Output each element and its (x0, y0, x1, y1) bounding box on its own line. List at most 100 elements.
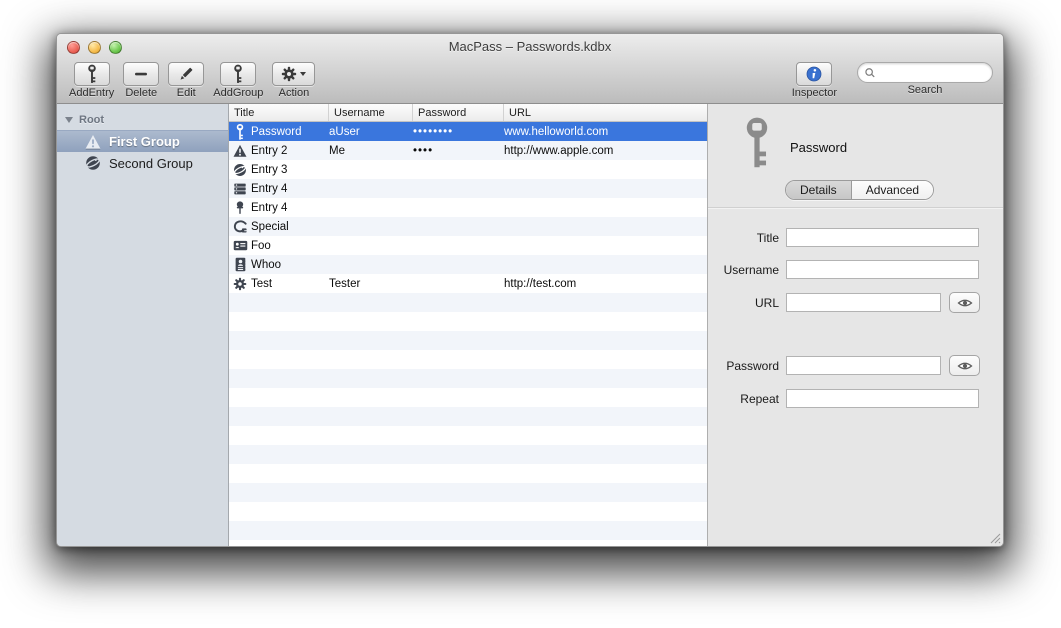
url-field-label: URL (754, 295, 779, 310)
table-row[interactable]: Entry 4 (229, 179, 707, 198)
action-button[interactable] (272, 62, 316, 86)
column-header-url[interactable]: URL (504, 104, 707, 121)
table-row[interactable]: Entry 2 Me •••• http://www.apple.com (229, 141, 707, 160)
warning-icon (233, 144, 247, 157)
table-row[interactable]: Special (229, 217, 707, 236)
plug-icon (233, 220, 248, 234)
resize-grip[interactable] (989, 532, 1001, 544)
delete-button[interactable] (123, 62, 160, 86)
add-entry-label: AddEntry (69, 87, 115, 99)
username-field-label: Username (723, 262, 779, 277)
search-field[interactable] (857, 62, 993, 83)
cell-url: http://test.com (504, 277, 577, 290)
inspector-label: Inspector (791, 87, 837, 99)
globe-icon (233, 162, 247, 177)
inspector-panel: Password Details Advanced Title Username… (707, 104, 1003, 546)
idcard-icon (233, 240, 247, 251)
pencil-icon (179, 67, 193, 81)
eye-icon (957, 362, 972, 369)
group-label: First Group (109, 134, 180, 149)
cell-title: Entry 2 (251, 144, 288, 157)
delete-label: Delete (125, 87, 158, 99)
password-field-label: Password (726, 358, 779, 373)
add-group-label: AddGroup (213, 87, 264, 99)
cell-username: Me (329, 144, 345, 157)
inspector-header: Password Details Advanced (708, 104, 1003, 208)
cell-title: Entry 4 (251, 201, 288, 214)
table-rows: Password aUser •••••••• www.helloworld.c… (229, 122, 707, 546)
reveal-url-button[interactable] (949, 292, 980, 313)
cell-title: Entry 3 (251, 163, 288, 176)
table-row[interactable]: Test Tester http://test.com (229, 274, 707, 293)
pin-icon (236, 201, 244, 214)
inspector-toggle-button[interactable] (796, 62, 833, 86)
password-field[interactable] (786, 356, 941, 375)
repeat-field[interactable] (786, 389, 979, 408)
gear-icon (282, 66, 297, 82)
title-field[interactable] (786, 228, 979, 247)
chevron-down-icon (300, 72, 307, 76)
sidebar-item-second-group[interactable]: Second Group (57, 152, 228, 174)
cell-username: Tester (329, 277, 361, 290)
toolbar: AddEntry Delete Edit AddGroup Action Ins… (57, 60, 1003, 104)
eye-icon (957, 299, 972, 306)
contact-card-icon (235, 257, 247, 272)
reveal-password-button[interactable] (949, 355, 980, 376)
globe-icon (85, 155, 101, 171)
search-input[interactable] (879, 66, 986, 79)
add-group-button[interactable] (220, 62, 257, 86)
table-row[interactable]: Whoo (229, 255, 707, 274)
gear-icon (233, 277, 247, 290)
key-icon (236, 123, 244, 140)
tab-details[interactable]: Details (786, 181, 852, 199)
inspector-fields: Title Username URL Password Repeat (708, 208, 1003, 408)
cell-title: Special (251, 220, 289, 233)
sidebar-item-first-group[interactable]: First Group (57, 130, 228, 152)
cell-password: •••• (413, 144, 434, 157)
macpass-window: MacPass – Passwords.kdbx AddEntry Delete (56, 33, 1004, 547)
cell-url: www.helloworld.com (504, 125, 609, 138)
server-icon (234, 183, 246, 194)
title-bar[interactable]: MacPass – Passwords.kdbx (57, 34, 1003, 60)
entry-table: Title Username Password URL Password aUs… (229, 104, 707, 546)
edit-button[interactable] (168, 62, 205, 86)
key-icon (234, 64, 243, 83)
column-header-username[interactable]: Username (329, 104, 413, 121)
username-field[interactable] (786, 260, 979, 279)
window-title: MacPass – Passwords.kdbx (448, 39, 612, 54)
cell-title: Password (251, 125, 302, 138)
url-field[interactable] (786, 293, 941, 312)
sidebar-item-root[interactable]: Root (57, 112, 228, 130)
search-icon (865, 67, 876, 78)
info-icon (806, 66, 822, 82)
search-label: Search (907, 84, 943, 96)
key-icon (87, 64, 96, 83)
cell-title: Whoo (251, 258, 282, 271)
column-header-password[interactable]: Password (413, 104, 504, 121)
window-chrome: MacPass – Passwords.kdbx AddEntry Delete (57, 34, 1003, 104)
table-row[interactable]: Password aUser •••••••• www.helloworld.c… (229, 122, 707, 141)
table-row[interactable]: Entry 3 (229, 160, 707, 179)
group-label: Second Group (109, 155, 193, 171)
cell-username: aUser (329, 125, 360, 138)
title-field-label: Title (756, 230, 779, 245)
cell-url: http://www.apple.com (504, 144, 614, 157)
minus-icon (135, 72, 148, 76)
column-header-title[interactable]: Title (229, 104, 329, 121)
edit-label: Edit (176, 87, 196, 99)
main-content: Root First Group Second Group Title User… (57, 104, 1003, 546)
key-icon (746, 117, 768, 168)
table-row[interactable]: Foo (229, 236, 707, 255)
action-label: Action (278, 87, 310, 99)
tab-advanced[interactable]: Advanced (851, 181, 934, 199)
cell-title: Entry 4 (251, 182, 288, 195)
disclosure-triangle-icon[interactable] (65, 117, 73, 123)
root-label: Root (79, 114, 105, 126)
group-sidebar: Root First Group Second Group (57, 104, 229, 546)
table-row[interactable]: Entry 4 (229, 198, 707, 217)
add-entry-button[interactable] (73, 62, 110, 86)
warning-icon (85, 134, 101, 149)
table-header: Title Username Password URL (229, 104, 707, 122)
cell-password: •••••••• (413, 125, 454, 138)
repeat-field-label: Repeat (740, 391, 779, 406)
